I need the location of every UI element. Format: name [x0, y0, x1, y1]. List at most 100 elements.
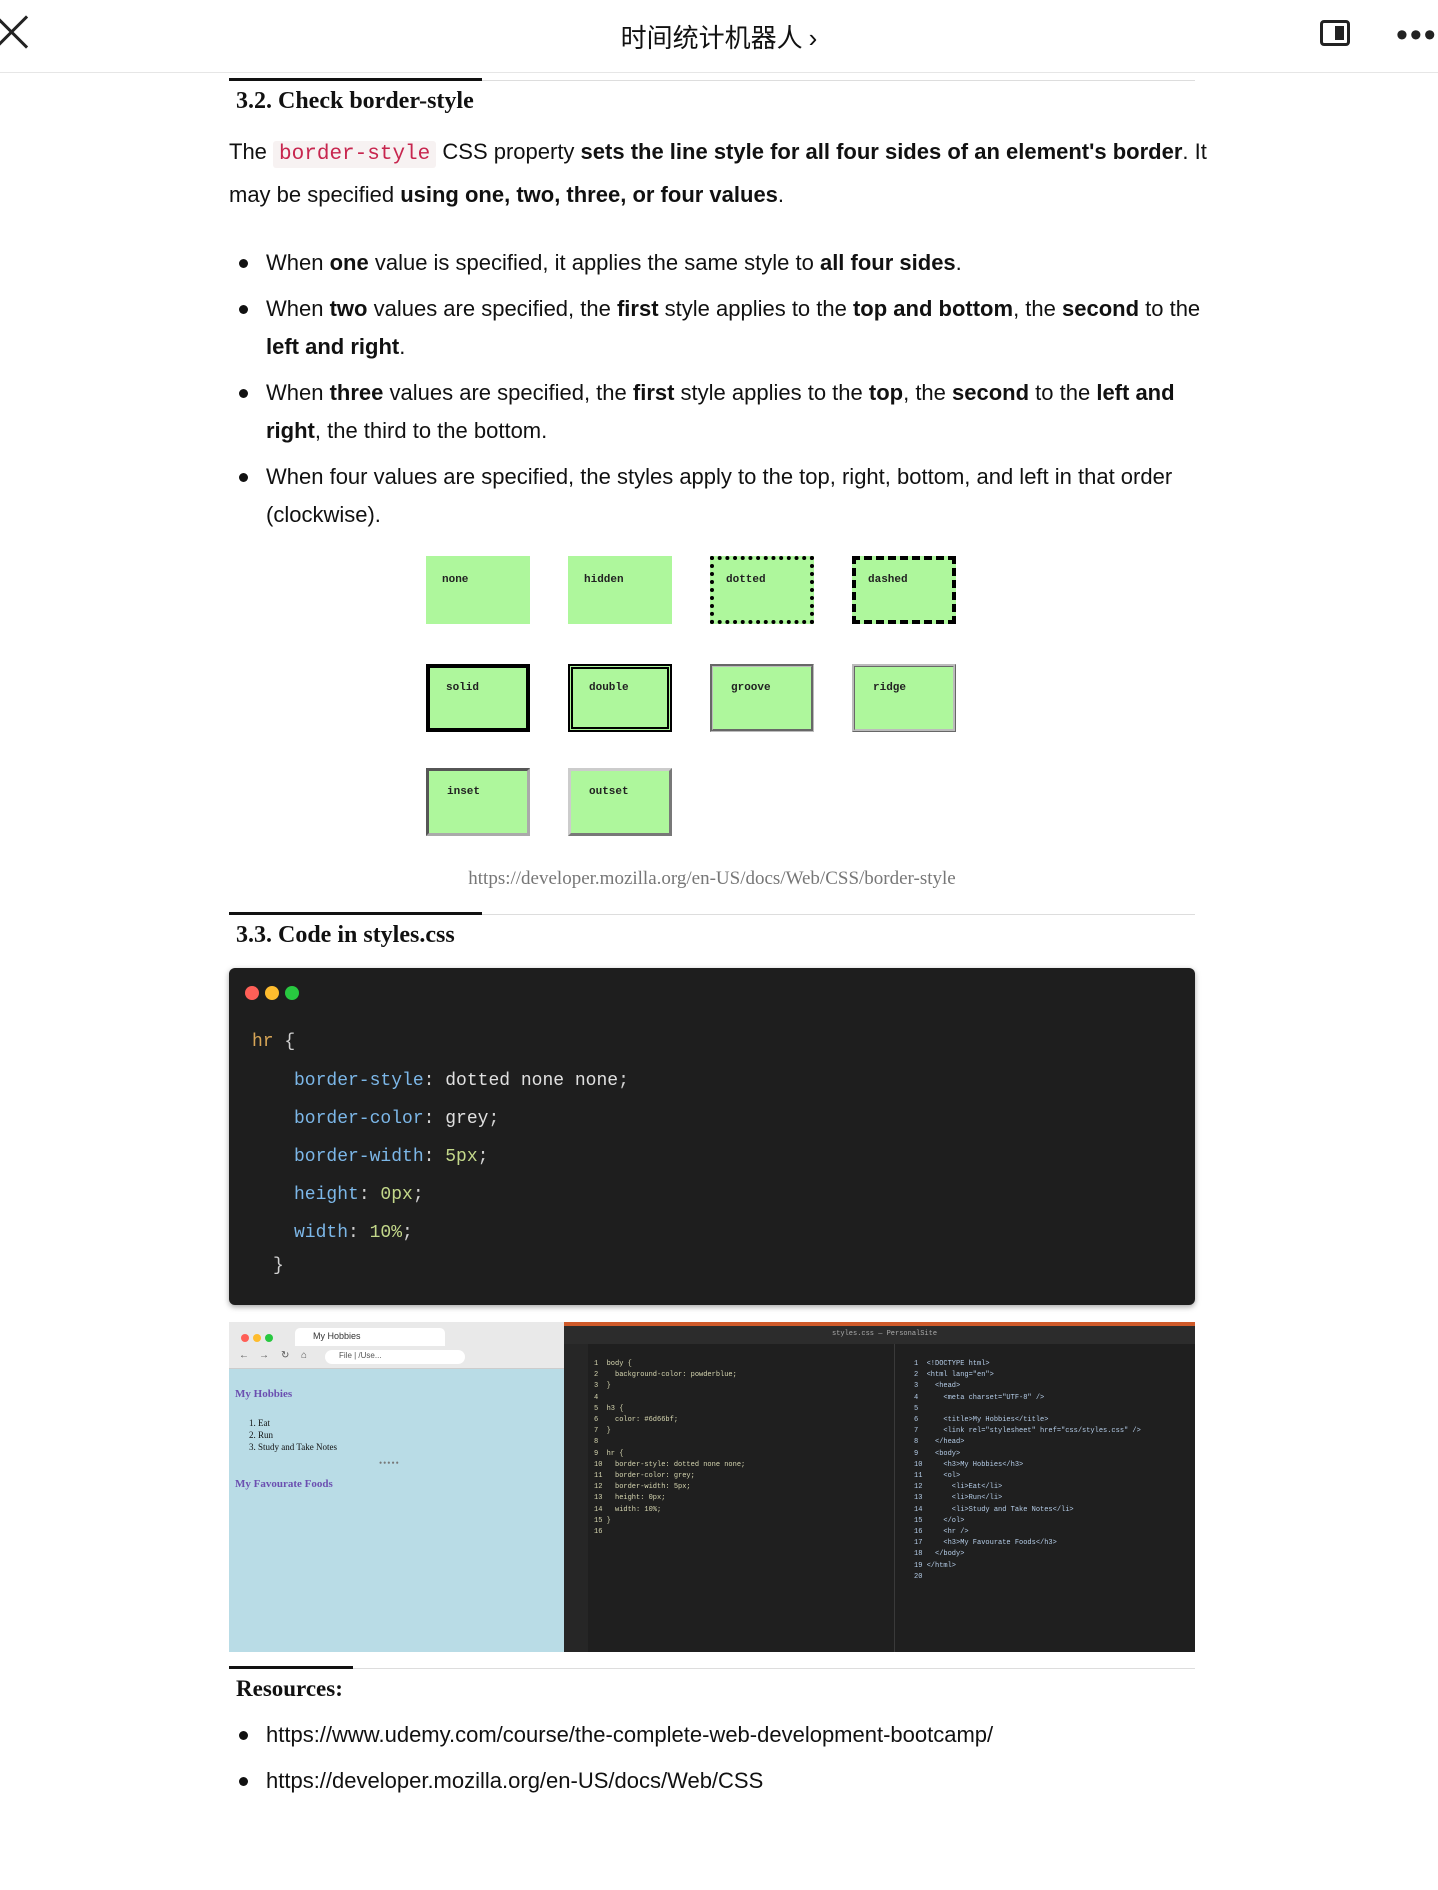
- demo-box-solid: solid: [426, 664, 530, 732]
- window-minimize-dot: [253, 1334, 261, 1342]
- window-zoom-dot: [265, 1334, 273, 1342]
- page-title[interactable]: 时间统计机器人 ›: [0, 18, 1438, 55]
- editor-code-line: 18 </body>: [914, 1550, 965, 1559]
- editor-code-line: 16: [594, 1528, 603, 1536]
- window-minimize-dot: [265, 986, 279, 1000]
- editor-code-line: 19 </html>: [914, 1561, 957, 1570]
- code-line: border-width: 5px;: [294, 1147, 489, 1167]
- browser-preview: My Hobbies ← → ↻ ⌂ File | /Use... My Hob…: [229, 1322, 564, 1652]
- editor-code-line: 13 <li>Run</li>: [914, 1494, 1003, 1503]
- window-close-dot: [241, 1334, 249, 1342]
- editor-code-line: 8 </head>: [914, 1438, 965, 1447]
- editor-code-line: 11 border-color: grey;: [594, 1472, 695, 1480]
- demo-box-dotted: dotted: [710, 556, 814, 624]
- editor-code-line: 10 <h3>My Hobbies</h3>: [914, 1460, 1024, 1469]
- code-line: border-color: grey;: [294, 1109, 500, 1129]
- preview-dotted-hr: •••••: [379, 1458, 400, 1468]
- editor-code-line: 9 <body>: [914, 1449, 961, 1458]
- list-item: When four values are specified, the styl…: [229, 458, 1209, 534]
- demo-box-inset: inset: [426, 768, 530, 836]
- browser-toolbar: My Hobbies ← → ↻ ⌂ File | /Use...: [229, 1322, 564, 1369]
- browser-tab: My Hobbies: [295, 1328, 445, 1346]
- preview-heading: My Hobbies: [235, 1388, 293, 1400]
- editor-code-line: 2 background-color: powderblue;: [594, 1371, 737, 1380]
- editor-code-line: 1 <!DOCTYPE html>: [914, 1360, 990, 1368]
- list-item: When three values are specified, the fir…: [229, 374, 1209, 450]
- code-line: width: 10%;: [294, 1223, 413, 1243]
- code-line-close: }: [273, 1256, 284, 1276]
- editor-code-line: 4: [594, 1393, 599, 1402]
- code-block: hr { border-style: dotted none none; bor…: [229, 968, 1195, 1305]
- editor-code-line: 15 }: [594, 1516, 611, 1525]
- address-bar: File | /Use...: [325, 1350, 465, 1364]
- resources-list: https://www.udemy.com/course/the-complet…: [229, 1716, 1209, 1808]
- editor-code-line: 8: [594, 1438, 599, 1447]
- editor-titlebar: styles.css — PersonalSite: [564, 1322, 1195, 1344]
- preview-heading: My Favourate Foods: [235, 1478, 333, 1490]
- code-line: border-style: dotted none none;: [294, 1071, 629, 1091]
- demo-box-double: double: [568, 664, 672, 732]
- embedded-screenshot: My Hobbies ← → ↻ ⌂ File | /Use... My Hob…: [229, 1322, 1195, 1652]
- border-style-demo: none hidden dotted dashed solid double g…: [426, 556, 966, 846]
- editor-code-line: 6 <title>My Hobbies</title>: [914, 1416, 1049, 1424]
- editor-code-line: 5 h3 {: [594, 1404, 624, 1413]
- chevron-right-icon: ›: [808, 23, 818, 53]
- reload-icon: ↻: [281, 1350, 290, 1361]
- editor-code-line: 14 <li>Study and Take Notes</li>: [914, 1505, 1074, 1514]
- resource-link[interactable]: https://developer.mozilla.org/en-US/docs…: [229, 1762, 1209, 1800]
- editor-code-line: 2 <html lang="en">: [914, 1371, 994, 1380]
- sidebar-toggle-icon[interactable]: [1320, 20, 1350, 46]
- top-bar: 时间统计机器人 › •••: [0, 0, 1438, 73]
- back-icon: ←: [239, 1350, 249, 1361]
- demo-box-ridge: ridge: [852, 664, 956, 732]
- editor-split: [894, 1344, 895, 1652]
- preview-list-item: 3. Study and Take Notes: [249, 1442, 337, 1452]
- editor-code-line: 4 <meta charset="UTF-8" />: [914, 1393, 1045, 1402]
- section-heading-code: 3.3. Code in styles.css: [236, 922, 455, 948]
- source-link[interactable]: https://developer.mozilla.org/en-US/docs…: [229, 868, 1195, 890]
- editor-activity-bar: [564, 1344, 588, 1652]
- window-zoom-dot: [285, 986, 299, 1000]
- editor-code-line: 13 height: 0px;: [594, 1494, 666, 1503]
- editor-code-line: 7 <link rel="stylesheet" href="css/style…: [914, 1427, 1141, 1436]
- resource-link[interactable]: https://www.udemy.com/course/the-complet…: [229, 1716, 1209, 1754]
- demo-box-hidden: hidden: [568, 556, 672, 624]
- editor-code-line: 7 }: [594, 1427, 611, 1436]
- border-style-rules-list: When one value is specified, it applies …: [229, 244, 1209, 542]
- code-editor-preview: styles.css — PersonalSite 1 body { 2 back…: [564, 1322, 1195, 1652]
- editor-code-line: 17 <h3>My Favourate Foods</h3>: [914, 1539, 1057, 1548]
- editor-code-line: 9 hr {: [594, 1449, 624, 1458]
- editor-code-line: 6 color: #6d66bf;: [594, 1416, 679, 1424]
- editor-code-line: 11 <ol>: [914, 1472, 961, 1480]
- intro-paragraph: The border-style CSS property sets the l…: [229, 139, 1207, 207]
- editor-code-line: 3 <head>: [914, 1382, 961, 1391]
- page-title-text: 时间统计机器人: [620, 23, 803, 53]
- editor-code-line: 1 body {: [594, 1360, 632, 1368]
- editor-code-line: 3 }: [594, 1382, 611, 1391]
- demo-box-outset: outset: [568, 768, 672, 836]
- editor-title: styles.css — PersonalSite: [832, 1330, 938, 1338]
- list-item: When one value is specified, it applies …: [229, 244, 1209, 282]
- editor-code-line: 5: [914, 1404, 919, 1413]
- editor-code-line: 12 <li>Eat</li>: [914, 1483, 1003, 1492]
- editor-code-line: 20: [914, 1572, 923, 1581]
- section-divider: [229, 78, 1195, 81]
- inline-code: border-style: [273, 141, 437, 168]
- preview-list-item: 2. Run: [249, 1430, 274, 1440]
- home-icon: ⌂: [301, 1350, 308, 1361]
- more-options-icon[interactable]: •••: [1396, 16, 1438, 55]
- section-heading-border-style: 3.2. Check border-style: [236, 88, 474, 114]
- window-close-dot: [245, 986, 259, 1000]
- resources-heading: Resources:: [236, 1676, 343, 1701]
- code-line-selector: hr {: [252, 1032, 296, 1052]
- forward-icon: →: [259, 1350, 269, 1361]
- editor-code-line: 15 </ol>: [914, 1516, 965, 1525]
- preview-list-item: 1. Eat: [249, 1418, 270, 1428]
- editor-code-line: 12 border-width: 5px;: [594, 1483, 691, 1492]
- code-line: height: 0px;: [294, 1185, 424, 1205]
- section-divider: [229, 912, 1195, 915]
- editor-code-line: 14 width: 10%;: [594, 1505, 662, 1514]
- section-divider: [229, 1666, 1195, 1669]
- demo-box-dashed: dashed: [852, 556, 956, 624]
- demo-box-groove: groove: [710, 664, 814, 732]
